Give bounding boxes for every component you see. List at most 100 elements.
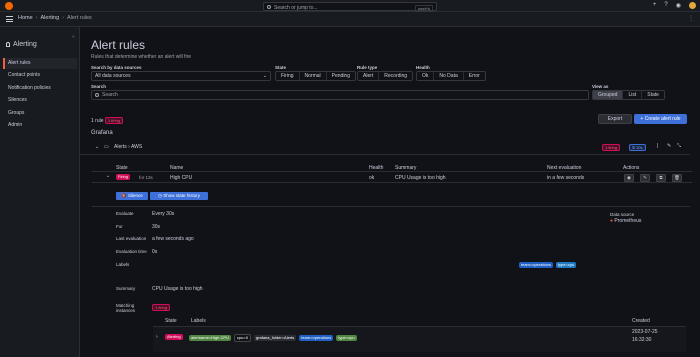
global-search-input[interactable]: Search or jump to... cmd+k	[263, 2, 437, 12]
edit-group-icon[interactable]: ✎	[667, 143, 671, 149]
label-tag: grafana_folder=Alerts	[253, 335, 297, 341]
top-bar: Search or jump to... cmd+k + ? ◉	[0, 0, 700, 12]
health-filter-label: Health	[416, 65, 430, 70]
export-button[interactable]: Export	[598, 114, 632, 124]
more-separator: |	[657, 143, 659, 149]
news-icon[interactable]: ◉	[676, 2, 681, 9]
page-title: Alert rules	[91, 38, 146, 52]
sidebar-item-silences[interactable]: Silences	[3, 95, 77, 106]
table-row[interactable]: › Alerting alertname=High CPU cpu=0 grafan…	[153, 326, 686, 352]
matching-firing-badge: 1 firing	[152, 304, 171, 311]
main-content: Alert rules Rules that determine whether…	[80, 27, 700, 357]
rule-health: ok	[369, 175, 375, 181]
sidebar-item-groups[interactable]: Groups	[3, 108, 77, 119]
label-tag: alertname=High CPU	[189, 335, 231, 341]
evaluation-time-label: Evaluation time	[116, 249, 147, 254]
ruletype-option-recording[interactable]: Recording	[379, 72, 412, 80]
datasource-select[interactable]: All data sources ⌄	[91, 71, 271, 81]
rule-labels: team=operations type=cpu	[519, 262, 579, 268]
chevron-down-icon[interactable]: ⌄	[95, 144, 99, 150]
health-option-error[interactable]: Error	[464, 72, 485, 80]
sidebar-item-notification-policies[interactable]: Notification policies	[3, 83, 77, 94]
create-alert-rule-button[interactable]: + Create alert rule	[634, 114, 687, 124]
edit-rule-icon[interactable]: ✎	[640, 174, 650, 182]
label-tag: cpu=0	[233, 334, 251, 342]
view-list[interactable]: List	[623, 91, 643, 99]
for-label: For	[116, 224, 123, 229]
grafana-logo-icon[interactable]	[5, 2, 13, 10]
sidebar-item-contact-points[interactable]: Contact points	[3, 70, 77, 81]
expand-instance-icon[interactable]: ›	[156, 334, 158, 340]
search-icon	[95, 93, 99, 97]
folder-icon: ▭	[104, 144, 109, 150]
rule-name: High CPU	[170, 175, 193, 181]
breadcrumb-home[interactable]: Home	[18, 15, 33, 21]
viewas-toggle: Grouped List State	[592, 90, 665, 100]
breadcrumb-current: Alert rules	[67, 15, 92, 21]
delete-rule-icon[interactable]: 🗑	[672, 174, 682, 182]
created-time: 16:32:30	[632, 337, 652, 343]
rule-group-row[interactable]: ⌄ ▭ Alerts › AWS 1 firing ⏲ 30s | ✎ ⤡	[80, 140, 690, 155]
rule-next-evaluation: in a few seconds	[547, 175, 585, 181]
instances-column-labels: Labels	[191, 318, 206, 324]
state-filter: Firing Normal Pending	[275, 71, 356, 81]
expand-row-icon[interactable]: ⌄	[106, 173, 110, 179]
datasource-filter-label: Search by data sources	[91, 65, 142, 70]
breadcrumb: Home › Alerting › Alert rules	[18, 15, 92, 21]
created-date: 2023-07-25	[632, 329, 658, 335]
state-option-firing[interactable]: Firing	[276, 72, 300, 80]
table-row[interactable]: ⌄ Firing for 13s High CPU ok CPU Usage i…	[92, 171, 692, 183]
sidebar-item-admin[interactable]: Admin	[3, 120, 77, 131]
collapse-icon[interactable]: ⤡	[677, 143, 681, 149]
last-evaluation-value: a few seconds ago	[152, 236, 194, 242]
ruletype-filter-label: Rule type	[357, 65, 378, 70]
datasource-heading: Grafana	[91, 130, 113, 136]
group-interval-badge: ⏲ 30s	[629, 144, 646, 151]
rule-count: 1 rule	[91, 118, 104, 124]
prometheus-icon: ●	[610, 218, 614, 224]
silence-icon: 🔇	[121, 193, 127, 198]
summary-value: CPU Usage is too high	[152, 286, 203, 292]
health-option-nodata[interactable]: No Data	[434, 72, 464, 80]
last-evaluation-label: Last evaluation	[116, 236, 147, 241]
evaluation-time-value: 0s	[152, 249, 158, 255]
sidebar-title: Alerting	[6, 41, 37, 48]
divider	[92, 206, 690, 207]
show-state-history-button[interactable]: ◷ Show state history	[150, 192, 208, 200]
ruletype-option-alert[interactable]: Alert	[358, 72, 380, 80]
evaluate-label: Evaluate	[116, 211, 134, 216]
state-filter-label: State	[275, 65, 287, 70]
help-icon[interactable]: ?	[664, 2, 667, 9]
health-option-ok[interactable]: Ok	[417, 72, 435, 80]
avatar[interactable]	[689, 2, 696, 9]
rule-summary: 1 rule 1 firing	[91, 117, 123, 124]
search-icon	[267, 5, 271, 9]
view-rule-icon[interactable]: ◉	[624, 174, 634, 182]
collapse-sidebar-icon[interactable]: «	[72, 34, 75, 40]
add-icon[interactable]: +	[653, 2, 657, 9]
keyboard-shortcut-hint: cmd+k	[415, 4, 433, 12]
instance-labels: alertname=High CPU cpu=0 grafana_folder=Al…	[189, 334, 360, 342]
breadcrumb-alerting[interactable]: Alerting	[41, 15, 60, 21]
sidebar: « Alerting Alert rules Contact points No…	[0, 27, 80, 357]
state-badge-firing: Firing	[116, 174, 131, 180]
dock-menu-icon[interactable]: ⋮	[688, 15, 694, 22]
silence-button[interactable]: 🔇 Silence	[116, 192, 148, 200]
label-tag: team=operations	[519, 262, 553, 268]
matching-instances-label: Matching instances	[116, 303, 136, 313]
rule-search-input[interactable]: Search	[91, 90, 589, 100]
view-state[interactable]: State	[642, 91, 664, 99]
menu-icon[interactable]	[6, 16, 13, 22]
chevron-down-icon: ⌄	[262, 73, 267, 79]
instances-column-state: State	[165, 318, 177, 324]
copy-rule-icon[interactable]: ⧉	[656, 174, 666, 182]
bell-icon	[6, 42, 10, 47]
rule-summary: CPU Usage is too high	[395, 175, 446, 181]
state-option-pending[interactable]: Pending	[327, 72, 355, 80]
history-icon: ◷	[158, 193, 162, 198]
sidebar-item-alert-rules[interactable]: Alert rules	[3, 58, 77, 69]
view-grouped[interactable]: Grouped	[593, 91, 624, 99]
state-duration: for 13s	[139, 175, 153, 180]
state-option-normal[interactable]: Normal	[300, 72, 327, 80]
labels-label: Labels	[116, 262, 130, 267]
